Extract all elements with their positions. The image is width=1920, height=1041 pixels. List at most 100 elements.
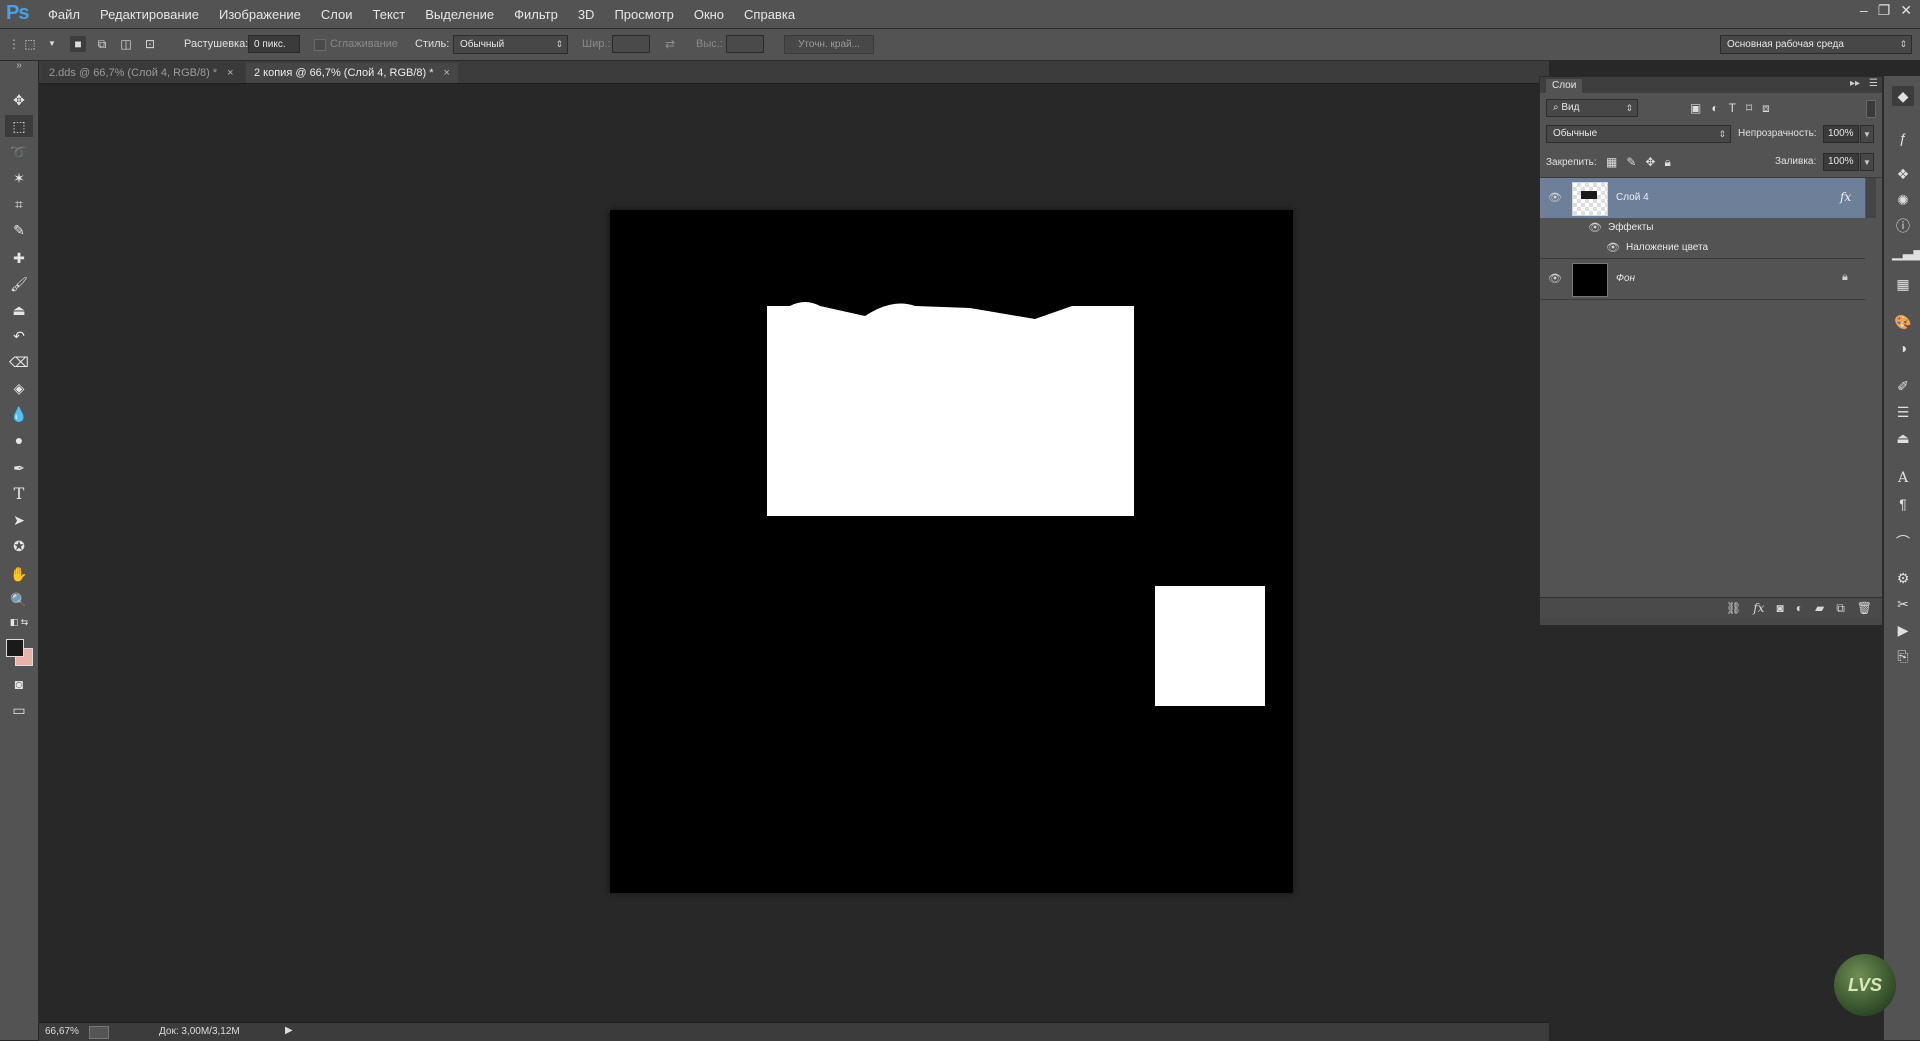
type-tool-icon[interactable]: T [5,483,33,505]
move-tool-icon[interactable]: ✥ [5,89,33,111]
minimize-button[interactable]: – [1860,2,1868,19]
clone-stamp-tool-icon[interactable]: ⏏ [5,299,33,321]
collapse-panel-icon[interactable]: ▸▸ [1850,78,1860,89]
adjustments-panel-icon[interactable]: ☰ [1892,402,1914,422]
quick-mask-icon[interactable]: ◙ [5,673,33,695]
brightness-icon[interactable]: ✺ [1892,190,1914,210]
menu-image[interactable]: Изображение [219,7,301,22]
effects-row[interactable]: 👁︎ Эффекты [1540,218,1865,238]
tools-presets-icon[interactable]: ✂ [1892,594,1914,614]
navigator-panel-icon[interactable]: ◑ [1892,338,1914,358]
feather-input[interactable]: 0 пикс. [248,35,300,53]
layer-name[interactable]: Фон [1616,273,1635,284]
menu-filter[interactable]: Фильтр [514,7,558,22]
magic-wand-tool-icon[interactable]: ✶ [5,167,33,189]
opacity-input[interactable]: 100% [1823,125,1859,143]
pen-tool-icon[interactable]: ✒ [5,457,33,479]
shape-tool-icon[interactable]: ✪ [5,535,33,557]
refine-edge-button[interactable]: Уточн. край... [784,35,874,54]
zoom-level[interactable]: 66,67% [45,1026,79,1037]
menu-edit[interactable]: Редактирование [100,7,199,22]
preview-icon[interactable] [89,1026,109,1039]
adjustment-layer-icon[interactable]: ◐ [1796,601,1803,616]
smoothing-checkbox[interactable] [314,39,326,51]
delete-layer-icon[interactable]: 🗑 [1857,601,1872,616]
path-selection-tool-icon[interactable]: ➤ [5,509,33,531]
lock-position-icon[interactable]: ✥ [1645,155,1655,170]
paths-panel-icon[interactable]: ⌒ [1892,532,1914,552]
chevron-down-icon[interactable]: ▼ [44,36,60,52]
info-panel-icon[interactable]: ⓘ [1892,216,1914,236]
restore-button[interactable]: ❐ [1878,2,1891,19]
brush-tool-icon[interactable]: 🖌 [5,273,33,295]
chevron-down-icon[interactable]: ▼ [1860,153,1874,171]
add-style-icon[interactable]: fx [1753,601,1764,616]
zoom-tool-icon[interactable]: 🔍 [5,589,33,611]
close-icon[interactable]: × [227,67,233,79]
new-group-icon[interactable]: ▰ [1815,601,1824,616]
close-button[interactable]: ✕ [1900,2,1912,19]
smart-object-filter-icon[interactable]: ⧈ [1762,101,1770,116]
screen-mode-icon[interactable]: ▭ [5,699,33,721]
menu-3d[interactable]: 3D [578,7,595,22]
layers-tab[interactable]: Слои [1546,79,1583,93]
shape-filter-icon[interactable]: ⌑ [1746,101,1752,116]
swap-icon[interactable]: ⇄ [662,36,678,52]
layer-name[interactable]: Слой 4 [1616,192,1649,203]
clone-source-icon[interactable]: ⏏ [1892,428,1914,448]
subtract-selection-icon[interactable]: ◫ [118,36,134,52]
eyedropper-tool-icon[interactable]: ✎ [5,219,33,241]
foreground-color-swatch[interactable] [6,639,24,657]
paragraph-panel-icon[interactable]: ¶ [1892,494,1914,514]
new-selection-icon[interactable]: ■ [70,36,86,52]
layer-row-sloy4[interactable]: 👁︎ Слой 4 fx [1540,178,1865,218]
workspace-select[interactable]: Основная рабочая среда ⇕ [1720,35,1912,54]
lock-all-icon[interactable]: 🔒︎ [1664,155,1670,170]
histogram-panel-icon[interactable]: ▁▃▅ [1892,242,1920,262]
type-filter-icon[interactable]: T [1729,101,1736,116]
menu-window[interactable]: Окно [694,7,724,22]
style-select[interactable]: Обычный ⇕ [453,35,568,54]
actions-panel-icon[interactable]: ▶ [1892,620,1914,640]
hand-tool-icon[interactable]: ✋ [5,563,33,585]
tab-document-2[interactable]: 2 копия @ 66,7% (Слой 4, RGB/8) * × [246,63,458,83]
link-layers-icon[interactable]: ⛓ [1726,601,1741,616]
styles-panel-icon[interactable]: ƒ [1892,128,1914,148]
character-panel-icon[interactable]: A [1892,468,1914,488]
fill-input[interactable]: 100% [1823,153,1859,171]
panel-menu-icon[interactable]: ☰ [1869,78,1878,89]
crop-tool-icon[interactable]: ⌗ [5,193,33,215]
tab-document-1[interactable]: 2.dds @ 66,7% (Слой 4, RGB/8) * × [41,63,245,83]
color-panel-icon[interactable]: 🎨 [1892,312,1914,332]
intersect-selection-icon[interactable]: ⊡ [142,36,158,52]
layer-row-fon[interactable]: 👁︎ Фон 🔒︎ [1540,259,1865,300]
properties-panel-icon[interactable]: ⚙ [1892,568,1914,588]
rectangular-marquee-tool-icon[interactable]: ⬚ [5,115,33,137]
visibility-eye-icon[interactable]: 👁︎ [1588,223,1602,234]
filter-toggle[interactable] [1866,100,1876,118]
layers-panel-icon[interactable]: ◆ [1892,86,1914,106]
blend-mode-select[interactable]: Обычные ⇕ [1546,125,1731,143]
paint-bucket-tool-icon[interactable]: ◈ [5,377,33,399]
pixel-filter-icon[interactable]: ▣ [1690,101,1701,116]
new-layer-icon[interactable]: ⧉ [1836,601,1845,616]
lock-pixels-icon[interactable]: ✎ [1626,155,1636,170]
swap-colors-icon[interactable]: ◧ ⇆ [5,615,33,629]
layers-scrollbar[interactable] [1866,178,1876,218]
lasso-tool-icon[interactable]: ➰ [5,141,33,163]
menu-layers[interactable]: Слои [321,7,353,22]
layer-filter-select[interactable]: ⌕ Вид ⇕ [1546,99,1638,117]
status-menu-arrow-icon[interactable]: ▶ [285,1025,293,1036]
menu-select[interactable]: Выделение [425,7,494,22]
channels-panel-icon[interactable]: ❖ [1892,164,1914,184]
marquee-preset-icon[interactable]: ⬚ [22,36,38,52]
brush-presets-icon[interactable]: ✐ [1892,376,1914,396]
visibility-eye-icon[interactable]: 👁︎ [1548,274,1562,285]
chevron-down-icon[interactable]: ▼ [1860,125,1874,143]
menu-file[interactable]: Файл [48,7,80,22]
healing-brush-tool-icon[interactable]: ✚ [5,247,33,269]
document-canvas[interactable] [610,210,1293,893]
history-brush-tool-icon[interactable]: ↶ [5,325,33,347]
visibility-eye-icon[interactable]: 👁︎ [1548,193,1562,204]
menu-view[interactable]: Просмотр [614,7,673,22]
